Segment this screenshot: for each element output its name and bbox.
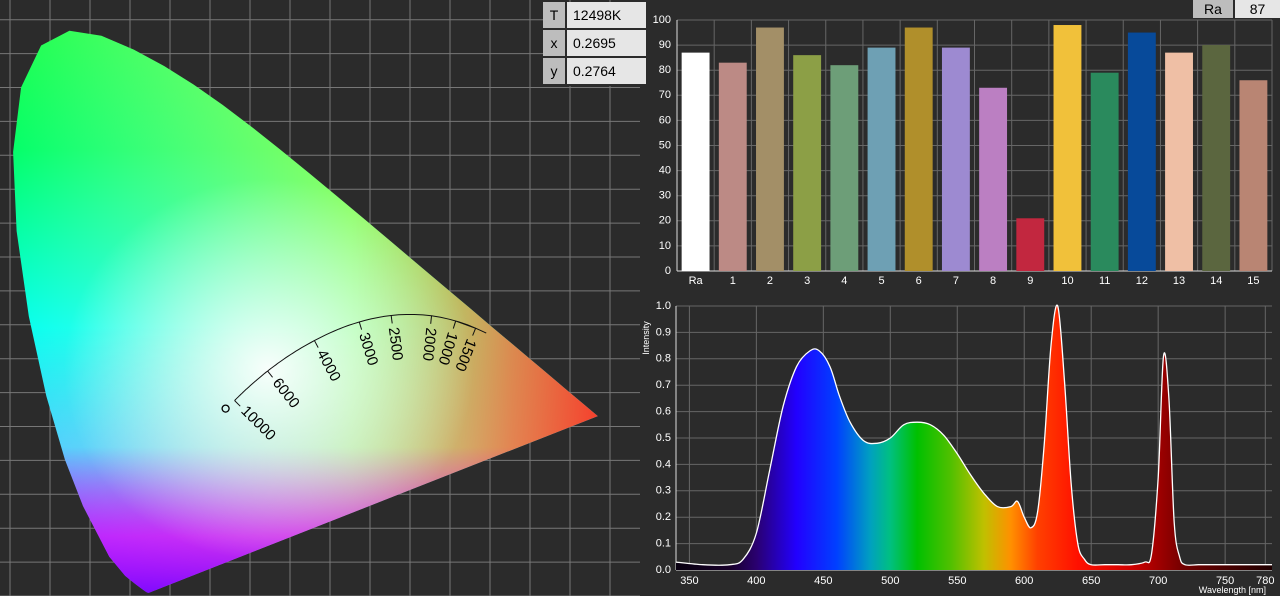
readout-row-y: y 0.2764 (543, 57, 646, 86)
cri-x-tick-label: 3 (804, 275, 810, 287)
spec-y-tick-label: 0.3 (656, 485, 671, 497)
spec-y-tick-label: 0.6 (656, 406, 671, 418)
cri-y-tick-label: 80 (659, 64, 671, 76)
cri-x-tick-label: 14 (1210, 275, 1222, 287)
cri-y-tick-label: 60 (659, 114, 671, 126)
cri-x-tick-label: 15 (1247, 275, 1259, 287)
cri-bar (830, 65, 859, 272)
cri-y-tick-label: 40 (659, 165, 671, 177)
spec-x-tick-label: 500 (881, 575, 899, 587)
spec-x-tick-label: 600 (1015, 575, 1033, 587)
readout-row-temperature: T 12498K (543, 2, 646, 30)
spec-x-tick-label: 400 (747, 575, 765, 587)
ra-value: 87 (1235, 0, 1280, 18)
spec-x-tick-label: 450 (814, 575, 832, 587)
cri-x-tick-label: 4 (841, 275, 847, 287)
readout-key: T (543, 2, 567, 30)
spec-y-tick-label: 1.0 (656, 300, 671, 312)
spec-y-axis-label: Intensity (641, 321, 651, 355)
cri-x-tick-label: 5 (878, 275, 884, 287)
cri-bar (904, 27, 933, 272)
cri-y-tick-label: 50 (659, 139, 671, 151)
cri-bar (1202, 45, 1231, 271)
spec-x-tick-label: 350 (680, 575, 698, 587)
cri-x-tick-label: 10 (1061, 275, 1073, 287)
readout-value: 0.2695 (566, 29, 646, 58)
cri-x-tick-label: Ra (689, 275, 704, 287)
ra-label: Ra (1193, 0, 1233, 18)
cri-bar (681, 52, 710, 271)
cri-bar (941, 47, 970, 271)
cri-bar-chart: 0102030405060708090100Ra 1 2 3 4 5 6 7 8 9 10 11 12 1… (653, 14, 1273, 287)
cri-bar (718, 62, 747, 271)
cri-x-tick-label: 6 (916, 275, 922, 287)
cri-bar (1239, 80, 1268, 272)
cri-x-tick-label: 7 (953, 275, 959, 287)
cri-bar (1053, 25, 1082, 271)
cri-x-tick-label: 11 (1099, 275, 1110, 287)
cri-bar (979, 87, 1008, 272)
cri-bar (1165, 52, 1193, 271)
cri-x-tick-label: 9 (1027, 275, 1033, 287)
readout-key: x (543, 29, 567, 58)
cri-y-tick-label: 100 (653, 14, 671, 26)
spec-y-tick-label: 0.8 (656, 353, 671, 365)
spec-y-tick-label: 0.9 (656, 326, 671, 338)
spec-y-tick-label: 0.0 (656, 564, 671, 576)
readout-row-x: x 0.2695 (543, 29, 646, 58)
spec-x-axis-label: Wavelength [nm] (1199, 585, 1266, 595)
cri-y-tick-label: 20 (659, 215, 671, 227)
spec-x-tick-label: 550 (948, 575, 966, 587)
cri-x-tick-label: 1 (730, 275, 736, 287)
cri-y-tick-label: 90 (659, 39, 671, 51)
spec-x-tick-label: 700 (1149, 575, 1167, 587)
cri-bar (1016, 218, 1045, 271)
readout-value: 12498K (566, 2, 646, 30)
cri-y-tick-label: 10 (659, 240, 671, 252)
spectrum-chart: 0.0 0.1 0.2 0.3 0.4 0.5 0.6 0.7 0.8 0.9 1.0 350 400 4… (641, 300, 1274, 595)
readout-value: 0.2764 (566, 57, 646, 86)
spec-y-tick-label: 0.2 (656, 511, 671, 523)
ra-summary-box: Ra 87 (1193, 0, 1280, 18)
spec-x-tick-label: 650 (1082, 575, 1100, 587)
cri-x-tick-label: 2 (767, 275, 773, 287)
spec-y-tick-label: 0.1 (656, 538, 671, 550)
cie-chromaticity-chart: 1000060004000 3000 2500 2000 15001000 (0, 0, 640, 596)
cri-y-tick-label: 30 (659, 190, 671, 202)
color-readout-table: T 12498K x 0.2695 y 0.2764 (543, 2, 646, 86)
spec-y-tick-label: 0.4 (656, 458, 671, 470)
spec-y-tick-label: 0.5 (656, 432, 671, 444)
cri-x-tick-label: 13 (1173, 275, 1185, 287)
cri-bar (1090, 72, 1119, 272)
cri-bar (867, 47, 896, 271)
cri-bar (793, 55, 822, 271)
cie-gamut (13, 30, 598, 593)
cri-x-tick-label: 12 (1136, 275, 1148, 287)
spec-y-tick-label: 0.7 (656, 379, 671, 391)
readout-key: y (543, 57, 567, 86)
cri-y-tick-label: 70 (659, 89, 671, 101)
cri-bar (756, 27, 784, 272)
cri-y-tick-label: 0 (665, 265, 671, 277)
cri-x-tick-label: 8 (990, 275, 996, 287)
cri-bar (1127, 32, 1156, 271)
